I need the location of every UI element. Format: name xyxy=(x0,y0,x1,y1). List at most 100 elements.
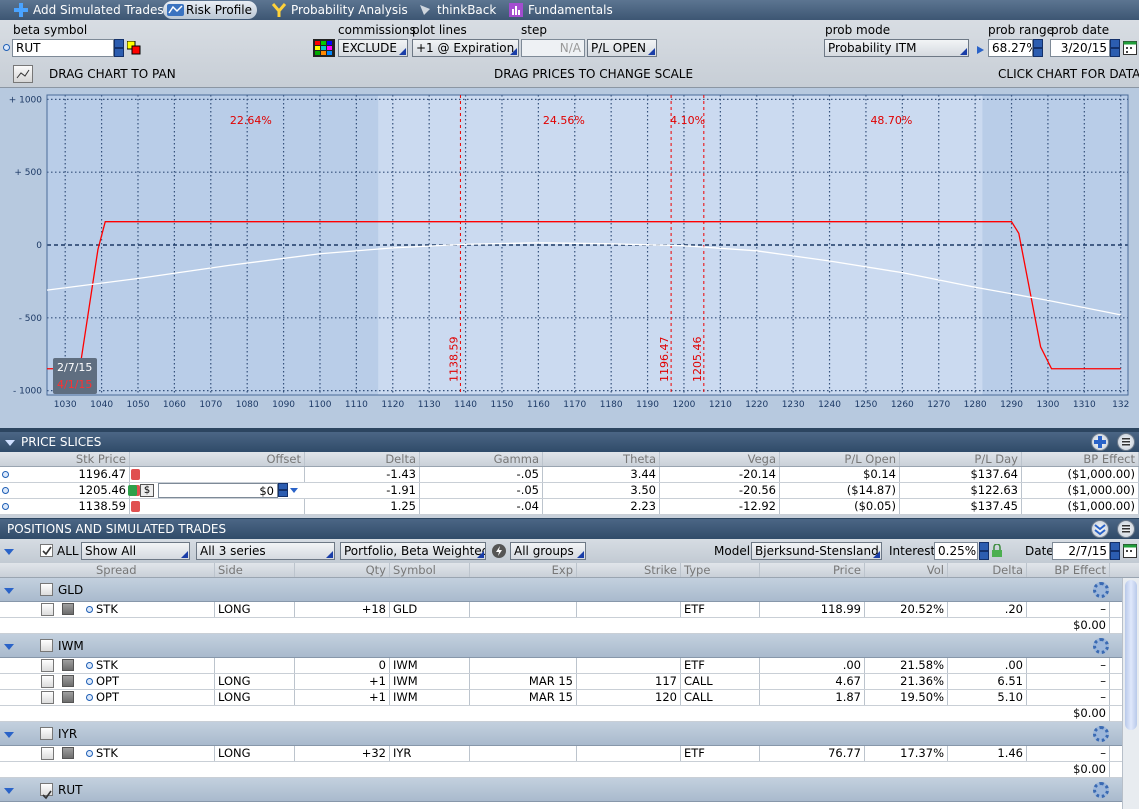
positions-scrollbar[interactable] xyxy=(1122,578,1139,809)
expand-arrow-icon[interactable] xyxy=(4,732,14,738)
lock-icon[interactable] xyxy=(992,543,1002,557)
offset-cell[interactable] xyxy=(155,499,305,514)
offset-dropdown-arrow-icon[interactable] xyxy=(290,488,298,493)
expand-arrow-icon[interactable] xyxy=(4,788,14,794)
tab-fundamentals[interactable]: Fundamentals xyxy=(505,1,619,19)
plot-lines-dropdown[interactable]: +1 @ Expiration xyxy=(412,39,519,57)
beta-symbol-spinner[interactable] xyxy=(114,39,124,57)
column-header[interactable]: BP Effect xyxy=(1027,563,1110,577)
collapse-all-button[interactable] xyxy=(1091,520,1109,538)
prob-mode-dropdown[interactable]: Probability ITM xyxy=(824,39,969,57)
gear-icon[interactable] xyxy=(1093,638,1109,654)
group-checkbox[interactable] xyxy=(40,639,53,652)
prob-date-field[interactable]: 3/20/15 xyxy=(1050,39,1110,57)
column-header[interactable]: P/L Day xyxy=(900,452,1022,466)
offset-cell[interactable] xyxy=(155,467,305,482)
expand-arrow-icon[interactable] xyxy=(4,644,14,650)
group-row[interactable]: RUT xyxy=(0,778,1139,802)
risk-profile-svg[interactable]: 1030 1040 1050 1060 1070 1080 1090 1100 1110 1120… xyxy=(0,88,1139,428)
link-dot-icon[interactable] xyxy=(86,606,93,613)
play-arrow-icon[interactable] xyxy=(977,44,984,54)
gear-icon[interactable] xyxy=(1093,726,1109,742)
column-header[interactable]: Side xyxy=(215,563,295,577)
row-checkbox[interactable] xyxy=(41,659,54,672)
stk-price-cell[interactable]: 1196.47 xyxy=(8,467,130,482)
date-field[interactable]: 2/7/15 xyxy=(1052,542,1110,560)
row-checkbox[interactable] xyxy=(41,691,54,704)
risk-profile-chart[interactable]: 1030 1040 1050 1060 1070 1080 1090 1100 1110 1120… xyxy=(0,88,1139,428)
row-checkbox[interactable] xyxy=(41,747,54,760)
series-filter-dropdown[interactable]: All 3 series xyxy=(196,542,335,560)
offset-cell[interactable]: $0 xyxy=(158,483,278,498)
column-header[interactable]: Vol xyxy=(865,563,948,577)
prob-range-field[interactable]: 68.27% xyxy=(988,39,1033,57)
column-header[interactable]: P/L Open xyxy=(780,452,900,466)
tab-probability-analysis[interactable]: Probability Analysis xyxy=(268,1,414,19)
lock-open-icon[interactable] xyxy=(128,485,137,496)
offset-spinner[interactable] xyxy=(278,483,288,497)
beta-symbol-field[interactable]: RUT xyxy=(12,39,114,57)
row-checkbox[interactable] xyxy=(41,603,54,616)
slices-menu-button[interactable] xyxy=(1117,433,1135,451)
portfolio-dropdown[interactable]: Portfolio, Beta Weighted xyxy=(340,542,486,560)
lock-icon[interactable] xyxy=(131,501,140,512)
column-header[interactable]: Spread xyxy=(93,563,215,577)
gear-icon[interactable] xyxy=(1093,782,1109,798)
group-row[interactable]: GLD xyxy=(0,578,1139,602)
date-spinner[interactable] xyxy=(1110,542,1120,560)
interest-field[interactable]: 0.25% xyxy=(934,542,978,560)
calendar-icon[interactable] xyxy=(1123,544,1137,558)
group-checkbox[interactable] xyxy=(40,783,53,800)
lightning-icon[interactable] xyxy=(492,544,506,558)
color-grid-icon[interactable] xyxy=(313,39,335,57)
chart-style-icon[interactable] xyxy=(13,65,33,83)
row-handle[interactable] xyxy=(62,675,74,687)
model-dropdown[interactable]: Bjerksund-Stensland xyxy=(751,542,882,560)
groups-dropdown[interactable]: All groups xyxy=(510,542,586,560)
positions-menu-button[interactable] xyxy=(1117,520,1135,538)
column-header[interactable]: Exp xyxy=(470,563,577,577)
price-slice-row[interactable]: 1205.46 $0 -1.91 -.05 3.50 -20.56 ($14.87) $122… xyxy=(0,483,1139,499)
link-dot-icon[interactable] xyxy=(86,750,93,757)
column-header[interactable]: Qty xyxy=(295,563,390,577)
position-row[interactable]: STK LONG +18 GLD ETF 118.99 20.52% .20– xyxy=(0,602,1139,618)
group-checkbox[interactable] xyxy=(40,727,53,740)
column-header[interactable]: Strike xyxy=(577,563,681,577)
stk-price-cell[interactable]: 1205.46 xyxy=(8,483,130,498)
interest-spinner[interactable] xyxy=(979,542,989,560)
row-handle[interactable] xyxy=(62,747,74,759)
column-header[interactable]: Delta xyxy=(948,563,1027,577)
column-header[interactable]: Price xyxy=(760,563,865,577)
group-checkbox[interactable] xyxy=(40,583,53,596)
link-dot-icon[interactable] xyxy=(86,678,93,685)
column-header[interactable]: Theta xyxy=(543,452,660,466)
position-row[interactable]: OPT LONG +1 IWM MAR 15 120 CALL 1.87 19.50% 5.10– xyxy=(0,690,1139,706)
position-row[interactable]: STK LONG +32 IYR ETF 76.77 17.37% 1.46– xyxy=(0,746,1139,762)
column-header[interactable]: Symbol xyxy=(390,563,470,577)
stk-price-cell[interactable]: 1138.59 xyxy=(8,499,130,514)
tab-risk-profile[interactable]: Risk Profile xyxy=(163,1,257,19)
dollar-toggle-button[interactable]: $ xyxy=(140,484,154,497)
group-row[interactable]: IWM xyxy=(0,634,1139,658)
scrollbar-thumb[interactable] xyxy=(1125,580,1137,730)
lock-icon[interactable] xyxy=(131,469,140,480)
expand-arrow-icon[interactable] xyxy=(4,549,14,555)
show-filter-dropdown[interactable]: Show All xyxy=(81,542,190,560)
row-handle[interactable] xyxy=(62,603,74,615)
column-header[interactable]: Type xyxy=(681,563,760,577)
color-picker-icon[interactable] xyxy=(126,40,141,55)
row-handle[interactable] xyxy=(62,691,74,703)
commissions-dropdown[interactable]: EXCLUDE xyxy=(338,39,408,57)
collapse-arrow-icon[interactable] xyxy=(5,440,15,446)
tab-thinkback[interactable]: thinkBack xyxy=(414,1,502,19)
column-header[interactable]: Delta xyxy=(305,452,420,466)
column-header[interactable]: Vega xyxy=(660,452,780,466)
row-handle[interactable] xyxy=(62,659,74,671)
add-slice-button[interactable] xyxy=(1091,433,1109,451)
select-all-checkbox[interactable] xyxy=(40,544,53,557)
link-dot-icon[interactable] xyxy=(86,662,93,669)
prob-date-spinner[interactable] xyxy=(1110,39,1120,57)
tab-add-simulated-trades[interactable]: Add Simulated Trades xyxy=(10,1,170,19)
calendar-icon[interactable] xyxy=(1123,41,1137,55)
price-slice-row[interactable]: 1196.47 -1.43 -.05 3.44 -20.14 $0.14 $137.64 ($… xyxy=(0,467,1139,483)
